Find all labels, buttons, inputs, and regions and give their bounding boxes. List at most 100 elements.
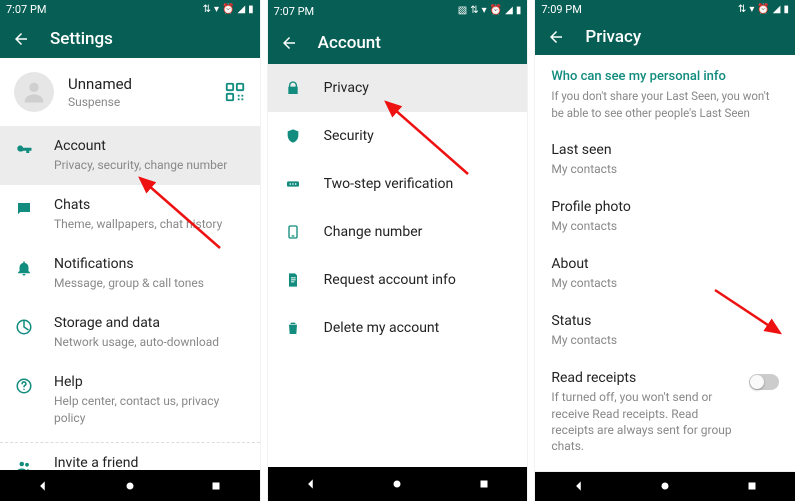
status-icons: ⇅ ▾ ⏰ ◢ ▮ [203, 5, 254, 15]
nav-home[interactable] [122, 478, 138, 494]
battery-icon: ▮ [516, 6, 522, 16]
privacy-row-about[interactable]: About My contacts [535, 245, 795, 302]
profile-text: Unnamed Suspense [68, 75, 132, 109]
row-title: Invite a friend [54, 455, 138, 471]
wifi-icon: ▾ [214, 5, 219, 15]
shield-icon [284, 127, 302, 145]
nav-home[interactable] [389, 476, 405, 492]
status-bar: 7:07 PM ⇅ ▾ ⏰ ◢ ▮ [0, 0, 260, 20]
bt-icon: ⇅ [470, 6, 478, 16]
row-subtitle: Privacy, security, change number [54, 157, 227, 173]
settings-row-notifications[interactable]: Notifications Message, group & call tone… [0, 244, 260, 303]
nav-home[interactable] [657, 478, 673, 494]
nav-recent[interactable] [744, 478, 760, 494]
app-bar: Settings [0, 20, 260, 58]
data-icon [14, 317, 34, 337]
account-row-security[interactable]: Security [268, 112, 528, 160]
settings-row-storage[interactable]: Storage and data Network usage, auto-dow… [0, 303, 260, 362]
alarm-icon: ⏰ [757, 5, 769, 15]
nav-bar [535, 472, 795, 501]
nav-recent[interactable] [208, 478, 224, 494]
status-time: 7:07 PM [274, 5, 314, 18]
profile-name: Unnamed [68, 75, 132, 93]
battery-icon: ▮ [248, 5, 254, 15]
settings-content: Unnamed Suspense Account Privacy, securi… [0, 58, 260, 471]
row-title: Storage and data [54, 315, 219, 331]
battery-icon: ▮ [784, 5, 790, 15]
read-receipts-toggle[interactable] [749, 374, 779, 390]
row-title: Notifications [54, 256, 204, 272]
page-title: Privacy [585, 27, 641, 47]
row-subtitle: My contacts [551, 275, 779, 291]
account-row-request-info[interactable]: Request account info [268, 256, 528, 304]
privacy-row-read-receipts[interactable]: Read receipts If turned off, you won't s… [535, 359, 795, 465]
signal-icon: ◢ [237, 5, 245, 15]
settings-row-help[interactable]: Help Help center, contact us, privacy po… [0, 362, 260, 437]
document-icon [284, 271, 302, 289]
pin-icon [284, 175, 302, 193]
privacy-row-status[interactable]: Status My contacts [535, 302, 795, 359]
people-icon [14, 457, 34, 471]
trash-icon [284, 319, 302, 337]
settings-row-chats[interactable]: Chats Theme, wallpapers, chat history [0, 185, 260, 244]
nav-recent[interactable] [476, 476, 492, 492]
row-label: Security [324, 128, 374, 144]
row-title: Status [551, 313, 779, 329]
row-label: Delete my account [324, 320, 440, 336]
back-button[interactable] [12, 30, 30, 48]
settings-row-invite[interactable]: Invite a friend [0, 443, 260, 471]
section-title: Who can see my personal info [535, 55, 795, 88]
privacy-row-profile-photo[interactable]: Profile photo My contacts [535, 188, 795, 245]
nav-back[interactable] [571, 478, 587, 494]
nav-bar [0, 470, 260, 501]
chat-icon [14, 199, 34, 219]
screen-settings: 7:07 PM ⇅ ▾ ⏰ ◢ ▮ Settings Unnamed Suspe… [0, 0, 260, 501]
row-subtitle: Help center, contact us, privacy policy [54, 393, 246, 425]
page-title: Settings [50, 29, 113, 49]
back-button[interactable] [280, 34, 298, 52]
row-label: Two-step verification [324, 176, 454, 192]
status-bar: 7:09 PM ⇅ ▾ ⏰ ◢ ▮ [535, 0, 795, 19]
row-subtitle: Theme, wallpapers, chat history [54, 216, 222, 232]
qr-icon[interactable] [224, 81, 246, 103]
settings-row-account[interactable]: Account Privacy, security, change number [0, 126, 260, 185]
account-row-change-number[interactable]: Change number [268, 208, 528, 256]
profile-row[interactable]: Unnamed Suspense [0, 58, 260, 126]
nav-back[interactable] [303, 476, 319, 492]
status-bar: 7:07 PM ▧ ⇅ ▾ ⏰ ◢ ▮ [268, 0, 528, 22]
account-row-privacy[interactable]: Privacy [268, 64, 528, 112]
wifi-icon: ▾ [482, 6, 487, 16]
help-icon [14, 376, 34, 396]
account-row-two-step[interactable]: Two-step verification [268, 160, 528, 208]
sim-icon [284, 223, 302, 241]
bt-icon: ⇅ [738, 5, 746, 15]
account-row-delete[interactable]: Delete my account [268, 304, 528, 352]
bt-icon: ⇅ [203, 5, 211, 15]
nav-back[interactable] [35, 478, 51, 494]
bell-icon [14, 258, 34, 278]
row-title: Read receipts [551, 370, 739, 386]
row-subtitle: If turned off, you won't send or receive… [551, 389, 739, 454]
nav-bar [268, 467, 528, 501]
row-label: Change number [324, 224, 423, 240]
privacy-content: Who can see my personal info If you don'… [535, 55, 795, 471]
section-desc: If you don't share your Last Seen, you w… [535, 88, 795, 130]
row-title: Help [54, 374, 246, 390]
status-time: 7:07 PM [6, 3, 46, 16]
profile-subtitle: Suspense [68, 95, 132, 109]
row-title: About [551, 256, 779, 272]
status-icons: ▧ ⇅ ▾ ⏰ ◢ ▮ [458, 6, 522, 16]
alarm-icon: ⏰ [490, 6, 502, 16]
status-time: 7:09 PM [541, 3, 581, 16]
screen-account: 7:07 PM ▧ ⇅ ▾ ⏰ ◢ ▮ Account Privacy Secu… [268, 0, 528, 501]
row-title: Last seen [551, 142, 779, 158]
row-subtitle: My contacts [551, 218, 779, 234]
row-label: Privacy [324, 80, 369, 96]
privacy-row-last-seen[interactable]: Last seen My contacts [535, 131, 795, 188]
row-subtitle: Message, group & call tones [54, 275, 204, 291]
row-title: Chats [54, 197, 222, 213]
lock-icon [284, 79, 302, 97]
back-button[interactable] [547, 28, 565, 46]
account-content: Privacy Security Two-step verification C… [268, 64, 528, 467]
status-icons: ⇅ ▾ ⏰ ◢ ▮ [738, 5, 789, 15]
